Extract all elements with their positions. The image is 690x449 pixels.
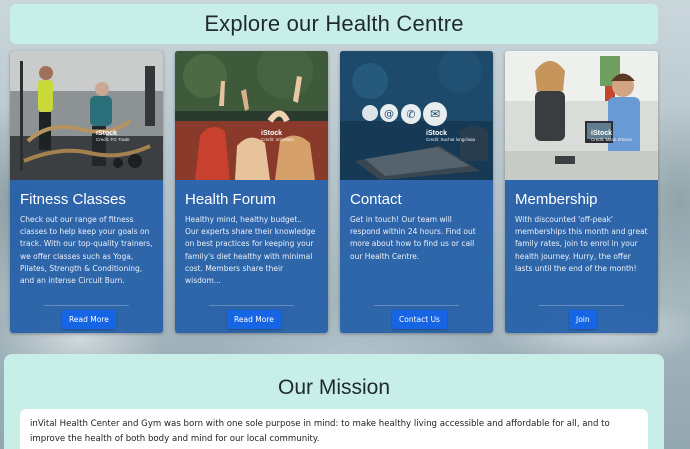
card-image-contact: @ ✆ ✉ iStock Credit: Suchat longchaia [340, 51, 493, 180]
card-title: Fitness Classes [20, 191, 126, 208]
card-body: With discounted 'off-peak' memberships t… [515, 215, 648, 273]
credit-author: Credit: Imbenies [261, 137, 294, 142]
credit-author: Credit: Suchat longchaia [426, 137, 476, 142]
card-health-forum: iStock Credit: Imbenies Health Forum Hea… [175, 51, 328, 333]
card-divider [539, 305, 624, 306]
card-body: Check out our range of fitness classes t… [20, 215, 153, 286]
image-credit: iStock Credit: Milan Zrkovic [591, 130, 632, 142]
credit-author: Credit: FG Trade [96, 137, 130, 142]
mission-section: Our Mission inVital Health Center and Gy… [4, 354, 664, 449]
card-divider [374, 305, 459, 306]
section-title: Explore our Health Centre [204, 11, 464, 36]
section-header: Explore our Health Centre [10, 4, 658, 44]
mission-title: Our Mission [277, 376, 391, 399]
card-body: Healthy mind, healthy budget.. Our exper… [185, 215, 316, 286]
read-more-button-fitness[interactable]: Read More [62, 310, 116, 329]
mission-text-box: inVital Health Center and Gym was born w… [20, 409, 648, 449]
credit-brand: iStock [261, 130, 283, 137]
card-membership: iStock Credit: Milan Zrkovic Membership … [505, 51, 658, 333]
credit-brand: iStock [426, 130, 448, 137]
image-credit: iStock Credit: Imbenies [261, 130, 294, 142]
svg-text:✉: ✉ [430, 107, 440, 121]
card-image-forum: iStock Credit: Imbenies [175, 51, 328, 180]
card-title: Contact [350, 191, 402, 208]
card-body: Get in touch! Our team will respond with… [350, 215, 476, 261]
svg-text:✆: ✆ [406, 108, 415, 121]
card-image-membership: iStock Credit: Milan Zrkovic [505, 51, 658, 180]
image-credit: iStock Credit: FG Trade [96, 130, 130, 142]
card-divider [209, 305, 294, 306]
card-title: Health Forum [185, 191, 276, 208]
credit-brand: iStock [96, 130, 118, 137]
card-image-fitness: iStock Credit: FG Trade [10, 51, 163, 180]
image-credit: iStock Credit: Suchat longchaia [426, 130, 475, 142]
card-divider [44, 305, 129, 306]
mission-text: inVital Health Center and Gym was born w… [30, 419, 610, 444]
svg-text:@: @ [384, 109, 394, 120]
read-more-button-forum[interactable]: Read More [227, 310, 281, 329]
contact-us-button[interactable]: Contact Us [392, 310, 447, 329]
card-title: Membership [515, 191, 598, 208]
credit-author: Credit: Milan Zrkovic [591, 137, 633, 142]
card-contact: @ ✆ ✉ iStock Credit: Suchat longchaia Co… [340, 51, 493, 333]
credit-brand: iStock [591, 130, 613, 137]
join-button[interactable]: Join [569, 310, 597, 329]
card-fitness-classes: iStock Credit: FG Trade Fitness Classes … [10, 51, 163, 333]
